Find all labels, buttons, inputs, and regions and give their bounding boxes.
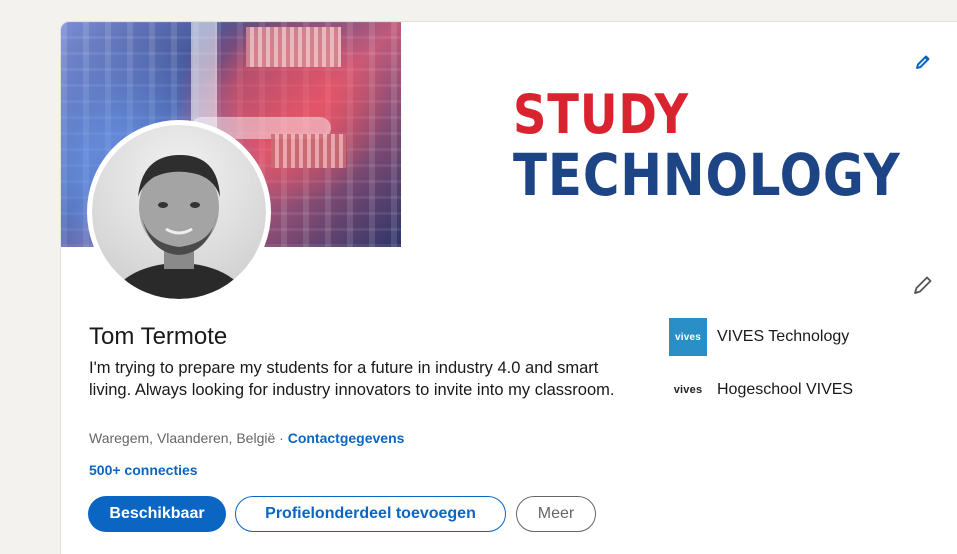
add-profile-section-button[interactable]: Profielonderdeel toevoegen bbox=[235, 496, 506, 532]
org-name: VIVES Technology bbox=[717, 328, 850, 345]
profile-photo[interactable] bbox=[87, 120, 271, 304]
more-button[interactable]: Meer bbox=[516, 496, 596, 532]
pencil-icon bbox=[912, 274, 934, 301]
profile-headline: I'm trying to prepare my students for a … bbox=[89, 359, 615, 399]
banner-edit-button[interactable] bbox=[913, 54, 933, 74]
avatar bbox=[92, 125, 266, 299]
profile-name: Tom Termote bbox=[89, 323, 228, 350]
edit-profile-button[interactable] bbox=[910, 274, 936, 300]
pencil-icon bbox=[915, 54, 931, 75]
connections-link[interactable]: 500+ connecties bbox=[89, 462, 198, 478]
contact-info-link[interactable]: Contactgegevens bbox=[288, 430, 405, 446]
vives-technology-logo: vives bbox=[669, 318, 707, 356]
org-hogeschool-vives[interactable]: vives Hogeschool VIVES bbox=[669, 371, 853, 409]
banner-title-line2: TECHNOLOGY bbox=[513, 141, 901, 209]
profile-location-line: Waregem, Vlaanderen, België · Contactgeg… bbox=[89, 430, 404, 446]
banner-title: STUDY TECHNOLOGY bbox=[513, 83, 901, 209]
profile-card: STUDY TECHNOLOGY Tom Termote I'm trying … bbox=[61, 22, 957, 554]
banner-title-line1: STUDY bbox=[513, 83, 689, 146]
location-text: Waregem, Vlaanderen, België bbox=[89, 430, 276, 446]
hogeschool-vives-logo: vives bbox=[669, 371, 707, 409]
org-vives-technology[interactable]: vives VIVES Technology bbox=[669, 318, 849, 356]
location-separator: · bbox=[275, 430, 288, 446]
org-name: Hogeschool VIVES bbox=[717, 381, 854, 398]
available-button[interactable]: Beschikbaar bbox=[88, 496, 226, 532]
